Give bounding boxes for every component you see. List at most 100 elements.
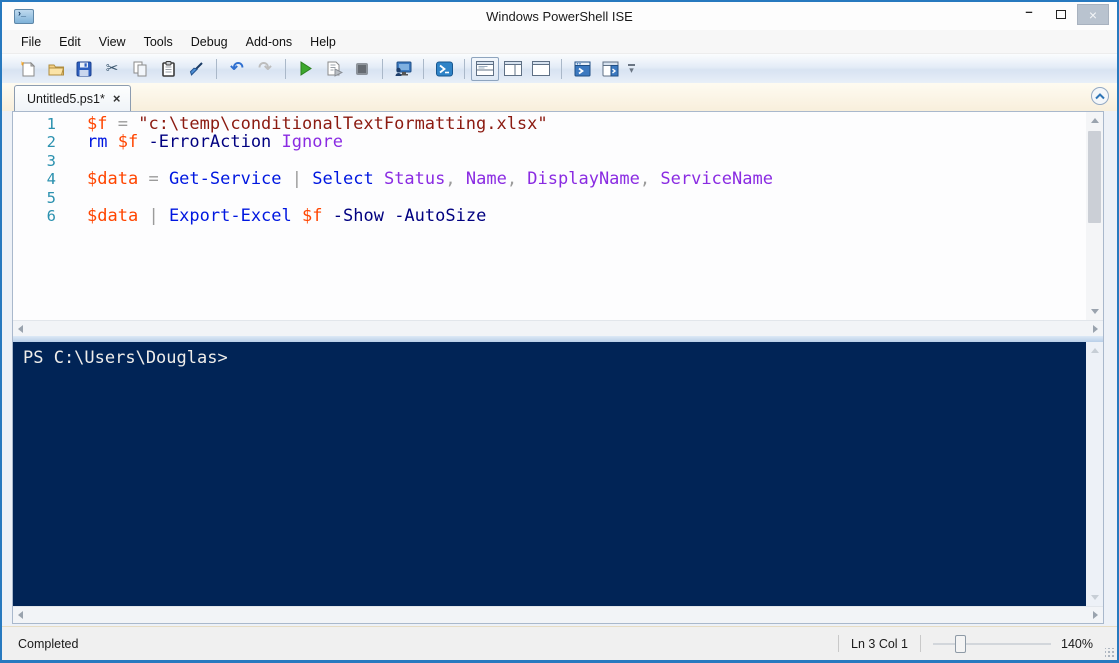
code-text[interactable]: $f = "c:\temp\conditionalTextFormatting.…: [67, 115, 548, 133]
code-line[interactable]: 6 $data | Export-Excel $f -Show -AutoSize: [13, 207, 1086, 225]
code-line[interactable]: 2 rm $f -ErrorAction Ignore: [13, 133, 1086, 151]
show-script-pane-maximized-button[interactable]: [527, 57, 555, 81]
collapse-script-pane-button[interactable]: [1091, 87, 1109, 105]
show-command-window-button[interactable]: [568, 57, 596, 81]
line-number: 3: [46, 151, 56, 170]
undo-icon: ↶: [230, 59, 244, 77]
line-number: 1: [46, 115, 56, 133]
show-script-pane-top-button[interactable]: [471, 56, 499, 81]
new-script-button[interactable]: [14, 57, 42, 81]
undo-button[interactable]: ↶: [223, 57, 251, 81]
stop-button[interactable]: [348, 57, 376, 81]
tab-untitled5[interactable]: Untitled5.ps1* ×: [14, 85, 132, 111]
code-text[interactable]: $data = Get-Service | Select Status, Nam…: [67, 170, 773, 188]
code-text[interactable]: [67, 152, 87, 170]
scroll-up-arrow-icon[interactable]: [1086, 112, 1103, 129]
zoom-slider[interactable]: [933, 634, 1052, 653]
close-button[interactable]: ×: [1077, 4, 1109, 25]
paste-button[interactable]: [154, 57, 182, 81]
zoom-level: 140%: [1061, 636, 1093, 651]
redo-button[interactable]: ↷: [251, 57, 279, 81]
line-number: 6: [46, 207, 56, 226]
script-editor-pane[interactable]: 1 $f = "c:\temp\conditionalTextFormatting…: [13, 112, 1103, 320]
code-text[interactable]: rm $f -ErrorAction Ignore: [67, 133, 343, 151]
code-line[interactable]: 5: [13, 189, 1086, 207]
resize-grip[interactable]: [1105, 648, 1115, 658]
paste-icon: [161, 60, 175, 77]
zoom-slider-track[interactable]: [933, 642, 1052, 645]
maximize-button[interactable]: [1045, 4, 1077, 25]
show-script-pane-right-button[interactable]: [499, 57, 527, 81]
scroll-down-arrow-icon[interactable]: [1086, 303, 1103, 320]
tab-close-icon[interactable]: ×: [113, 91, 121, 106]
console-pane[interactable]: PS C:\Users\Douglas>: [13, 342, 1103, 606]
tab-strip: Untitled5.ps1* ×: [2, 83, 1117, 111]
new-remote-powershell-tab-button[interactable]: [389, 57, 417, 81]
console-prompt[interactable]: PS C:\Users\Douglas>: [13, 342, 1103, 368]
new-script-icon: [21, 60, 36, 76]
menu-edit[interactable]: Edit: [50, 32, 90, 52]
copy-button[interactable]: [126, 57, 154, 81]
run-selection-button[interactable]: [320, 57, 348, 81]
code-text[interactable]: [67, 189, 87, 207]
show-command-addon-button[interactable]: [596, 57, 624, 81]
toolbar-overflow-button[interactable]: ▾: [628, 64, 635, 74]
scroll-up-arrow-icon[interactable]: [1086, 342, 1103, 359]
zoom-slider-thumb[interactable]: [955, 634, 967, 653]
scroll-right-arrow-icon[interactable]: [1093, 611, 1098, 619]
editor-horizontal-scrollbar[interactable]: [13, 320, 1103, 336]
clear-console-button[interactable]: [182, 57, 210, 81]
minimize-icon: –: [1025, 4, 1033, 19]
redo-icon: ↷: [258, 59, 272, 77]
cut-button[interactable]: ✂: [98, 57, 126, 81]
command-addon-icon: [602, 61, 618, 76]
menu-debug[interactable]: Debug: [182, 32, 237, 52]
close-icon: ×: [1088, 6, 1098, 23]
scroll-left-arrow-icon[interactable]: [18, 611, 23, 619]
code-line[interactable]: 4 $data = Get-Service | Select Status, Na…: [13, 170, 1086, 188]
script-pane-maximized-icon: [532, 61, 550, 76]
copy-icon: [133, 61, 147, 76]
minimize-button[interactable]: –: [1013, 4, 1045, 25]
console-horizontal-scrollbar[interactable]: [13, 606, 1103, 623]
command-window-icon: [574, 61, 590, 76]
menu-add-ons[interactable]: Add-ons: [237, 32, 302, 52]
code-line[interactable]: 1 $f = "c:\temp\conditionalTextFormatting…: [13, 115, 1086, 133]
toolbar-separator: [423, 58, 424, 79]
code-line[interactable]: 3: [13, 152, 1086, 170]
run-script-button[interactable]: [292, 57, 320, 81]
scroll-down-arrow-icon[interactable]: [1086, 589, 1103, 606]
menu-help[interactable]: Help: [301, 32, 345, 52]
editor-vertical-scrollbar[interactable]: [1086, 112, 1103, 320]
maximize-icon: [1056, 10, 1066, 19]
menu-tools[interactable]: Tools: [135, 32, 182, 52]
line-number: 2: [46, 133, 56, 152]
save-script-button[interactable]: [70, 57, 98, 81]
run-selection-icon: [327, 61, 343, 77]
title-bar: Windows PowerShell ISE – ×: [2, 2, 1117, 30]
tab-label: Untitled5.ps1*: [27, 91, 105, 106]
editor-scrollbar-thumb[interactable]: [1088, 131, 1101, 223]
main-panes: 1 $f = "c:\temp\conditionalTextFormatting…: [12, 111, 1104, 624]
line-number: 4: [46, 170, 56, 189]
chevron-up-icon: [1095, 92, 1105, 99]
powershell-console-icon: [435, 61, 453, 76]
menu-view[interactable]: View: [90, 32, 135, 52]
menu-file[interactable]: File: [12, 32, 50, 52]
run-icon: [300, 61, 312, 76]
status-bar: Completed Ln 3 Col 1 140%: [2, 626, 1117, 660]
console-vertical-scrollbar[interactable]: [1086, 342, 1103, 606]
start-powershell-button[interactable]: [430, 57, 458, 81]
code-text[interactable]: $data | Export-Excel $f -Show -AutoSize: [67, 207, 486, 225]
open-script-button[interactable]: [42, 57, 70, 81]
code-area[interactable]: 1 $f = "c:\temp\conditionalTextFormatting…: [13, 115, 1086, 320]
remote-tab-icon: [395, 61, 412, 76]
menu-bar: File Edit View Tools Debug Add-ons Help: [2, 30, 1117, 54]
toolbar-separator: [285, 58, 286, 79]
status-separator: [838, 635, 840, 652]
window-title: Windows PowerShell ISE: [486, 8, 633, 24]
save-icon: [76, 61, 92, 76]
clear-console-icon: [189, 61, 203, 76]
scroll-right-arrow-icon[interactable]: [1093, 324, 1098, 333]
scroll-left-arrow-icon[interactable]: [18, 324, 23, 333]
